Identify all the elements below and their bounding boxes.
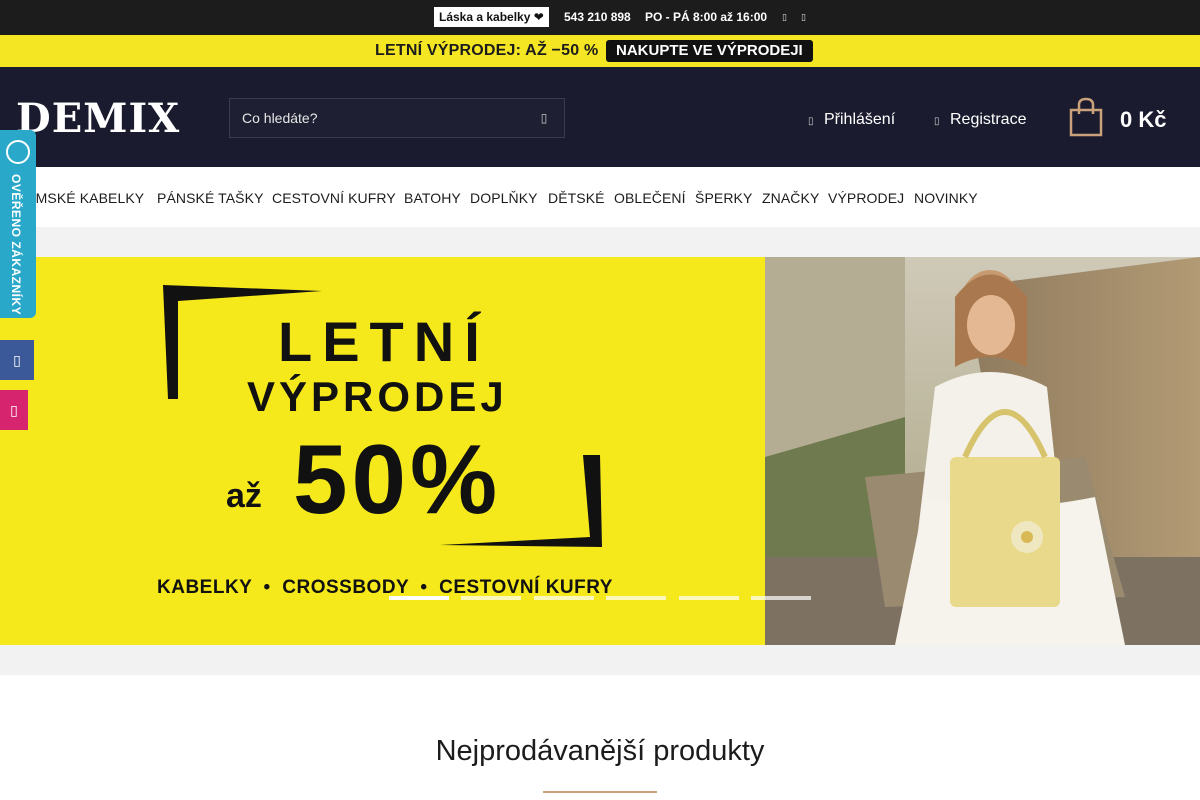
register-link[interactable]: ▯ Registrace xyxy=(934,111,1026,129)
top-bar: Láska a kabelky ❤ 543 210 898 PO - PÁ 8:… xyxy=(0,0,1200,35)
verified-seal-icon xyxy=(6,140,30,164)
promo-cta-button[interactable]: NAKUPTE VE VÝPRODEJI xyxy=(606,40,813,62)
nav-item-znacky[interactable]: ZNAČKY xyxy=(762,190,819,206)
search-box: ▯ xyxy=(229,98,565,138)
slider-dot-4[interactable] xyxy=(606,596,666,600)
slider-dot-2[interactable] xyxy=(461,596,521,600)
facebook-icon[interactable]: ▯ xyxy=(782,12,788,22)
nav-item-sperky[interactable]: ŠPERKY xyxy=(695,190,752,206)
promo-strip: LETNÍ VÝPRODEJ: AŽ −50 % xyxy=(0,35,1200,67)
user-icon: ▯ xyxy=(808,116,814,127)
hero-title-line2: VÝPRODEJ xyxy=(247,373,508,420)
verified-label: OVĚŘENO ZÁKAZNÍKY xyxy=(9,174,23,316)
slider-dot-6[interactable] xyxy=(751,596,811,600)
slider-dot-3[interactable] xyxy=(534,596,594,600)
edit-icon: ▯ xyxy=(934,116,940,127)
hero-banner[interactable]: LETNÍ VÝPRODEJ až 50% KABELKY • CROSSBOD… xyxy=(0,257,1200,645)
nav-item-obleceni[interactable]: OBLEČENÍ xyxy=(614,190,686,206)
facebook-side-button[interactable]: ▯ xyxy=(0,340,34,380)
nav-item-batohy[interactable]: BATOHY xyxy=(404,190,461,206)
nav-item-novinky[interactable]: NOVINKY xyxy=(914,190,978,206)
header: DEMIX ▯ ▯ Přihlášení ▯ Registrace 0 Kč xyxy=(0,67,1200,167)
search-input[interactable] xyxy=(230,99,520,137)
slider-dot-5[interactable] xyxy=(679,596,739,600)
section-title-underline xyxy=(543,791,657,793)
nav-item-panske-tasky[interactable]: PÁNSKÉ TAŠKY xyxy=(157,190,264,206)
cart-button[interactable]: 0 Kč xyxy=(1068,97,1178,139)
verified-by-customers-widget[interactable]: OVĚŘENO ZÁKAZNÍKY xyxy=(0,130,36,318)
promo-text: LETNÍ VÝPRODEJ: AŽ −50 % xyxy=(375,42,599,59)
nav-item-doplnky[interactable]: DOPLŇKY xyxy=(470,190,538,206)
logo[interactable]: DEMIX xyxy=(16,95,180,142)
slogan-badge: Láska a kabelky ❤ xyxy=(434,7,549,27)
search-icon[interactable]: ▯ xyxy=(524,99,564,137)
nav-item-detske[interactable]: DĚTSKÉ xyxy=(548,190,605,206)
register-label: Registrace xyxy=(950,111,1027,128)
nav-item-vyprodej[interactable]: VÝPRODEJ xyxy=(828,190,904,206)
hero-photo-woman-with-handbag xyxy=(765,257,1200,645)
instagram-icon[interactable]: ▯ xyxy=(801,12,807,22)
instagram-icon: ▯ xyxy=(10,402,18,418)
main-nav: DÁMSKÉ KABELKY PÁNSKÉ TAŠKY CESTOVNÍ KUF… xyxy=(0,167,1200,227)
nav-item-cestovni-kufry[interactable]: CESTOVNÍ KUFRY xyxy=(272,190,396,206)
instagram-side-button[interactable]: ▯ xyxy=(0,390,28,430)
facebook-icon: ▯ xyxy=(13,352,21,368)
login-link[interactable]: ▯ Přihlášení xyxy=(808,111,895,129)
hero-percent: 50% xyxy=(293,424,502,534)
login-label: Přihlášení xyxy=(824,111,896,128)
cart-total: 0 Kč xyxy=(1120,107,1167,132)
shopping-bag-icon xyxy=(1069,97,1103,137)
opening-hours: PO - PÁ 8:00 až 16:00 xyxy=(645,10,768,24)
phone-number[interactable]: 543 210 898 xyxy=(564,10,631,24)
slider-dot-1[interactable] xyxy=(389,596,449,600)
section-title: Nejprodávanější produkty xyxy=(435,735,765,767)
hero-prefix: až xyxy=(226,477,262,515)
hero-yellow-panel: LETNÍ VÝPRODEJ až 50% KABELKY • CROSSBOD… xyxy=(0,257,765,645)
hero-title-line1: LETNÍ xyxy=(278,310,490,373)
